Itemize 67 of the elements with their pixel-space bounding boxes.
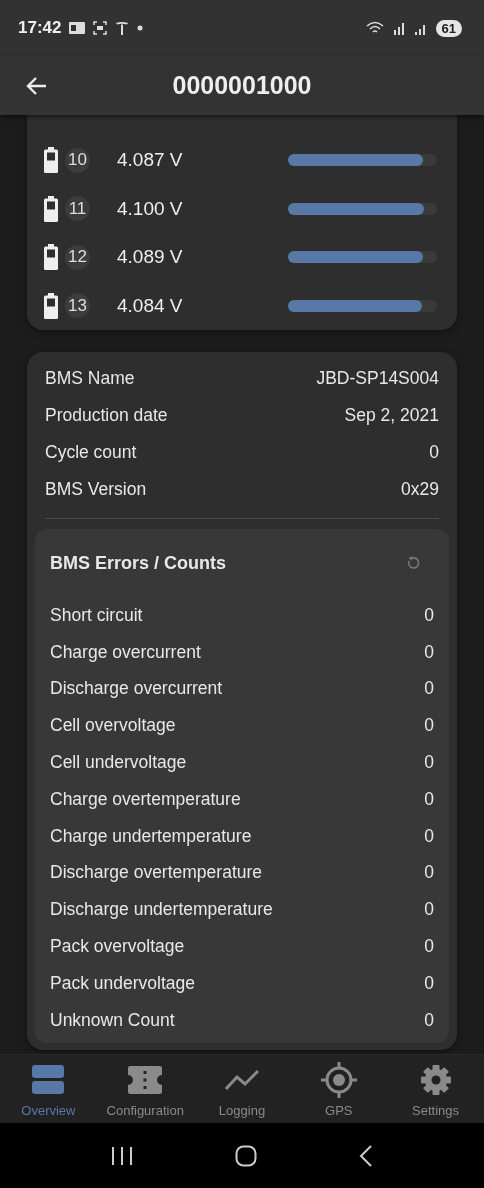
nav-tab[interactable]: GPS	[290, 1055, 388, 1123]
error-label: Short circuit	[50, 604, 143, 626]
error-label: Charge overcurrent	[50, 641, 201, 663]
error-count: 0	[424, 899, 434, 921]
nav-tab[interactable]: Logging	[193, 1055, 291, 1123]
settings-icon	[419, 1064, 452, 1096]
cell-number: 10	[65, 147, 90, 173]
screenshot-icon	[93, 21, 108, 35]
back-arrow-icon	[25, 75, 47, 96]
nav-tab[interactable]: Overview	[0, 1055, 97, 1123]
cell-voltage: 4.089 V	[117, 246, 184, 269]
error-count: 0	[424, 678, 434, 700]
error-count: 0	[424, 1009, 434, 1031]
error-count: 0	[424, 825, 434, 847]
info-value: 0	[429, 442, 439, 463]
battery-icon	[44, 195, 58, 222]
errors-title: BMS Errors / Counts	[50, 552, 227, 574]
nav-tab[interactable]: Settings	[387, 1055, 484, 1123]
battery-icon	[44, 147, 58, 174]
recent-apps-icon[interactable]	[111, 1145, 133, 1166]
battery-level: 61	[435, 19, 462, 37]
error-label: Discharge overtemperature	[50, 862, 263, 884]
cell-voltage: 4.100 V	[117, 197, 184, 220]
error-label: Discharge undertemperature	[50, 899, 273, 921]
error-label: Cell overvoltage	[50, 715, 176, 737]
info-label: BMS Name	[45, 368, 135, 389]
nav-tab[interactable]: Configuration	[96, 1055, 194, 1123]
cell-voltage: 4.084 V	[117, 294, 184, 317]
cell-number: 13	[65, 293, 90, 319]
battery-icon	[44, 292, 58, 319]
error-label: Charge overtemperature	[50, 788, 241, 810]
cell-number: 12	[65, 244, 90, 270]
cell-voltage: 4.087 V	[117, 149, 184, 172]
status-time: 17:42	[18, 18, 62, 38]
home-icon[interactable]	[235, 1144, 257, 1167]
dot-icon	[137, 25, 144, 31]
info-label: BMS Version	[45, 479, 147, 500]
info-value: 0x29	[401, 479, 439, 500]
battery-icon	[44, 244, 58, 271]
line-chart-icon	[225, 1069, 259, 1091]
error-label: Unknown Count	[50, 1009, 175, 1031]
info-value: JBD-SP14S004	[316, 368, 439, 389]
error-count: 0	[424, 936, 434, 958]
stacked-bars-icon	[32, 1065, 65, 1095]
cell-number: 11	[65, 196, 90, 222]
device-title: 0000001000	[172, 71, 312, 100]
signal-icon	[391, 21, 406, 35]
error-count: 0	[424, 604, 434, 626]
info-label: Production date	[45, 405, 168, 426]
error-label: Pack undervoltage	[50, 972, 195, 994]
info-label: Cycle count	[45, 442, 137, 463]
error-count: 0	[424, 752, 434, 774]
error-count: 0	[424, 788, 434, 810]
error-count: 0	[424, 862, 434, 884]
gps-target-icon	[320, 1062, 357, 1098]
error-count: 0	[424, 641, 434, 663]
reset-icon[interactable]	[406, 556, 420, 570]
error-count: 0	[424, 715, 434, 737]
error-label: Pack overvoltage	[50, 936, 185, 958]
error-count: 0	[424, 972, 434, 994]
error-label: Charge undertemperature	[50, 825, 252, 847]
error-label: Discharge overcurrent	[50, 678, 223, 700]
info-value: Sep 2, 2021	[344, 405, 439, 426]
error-label: Cell undervoltage	[50, 752, 187, 774]
wifi-icon	[365, 21, 384, 35]
back-icon[interactable]	[359, 1144, 373, 1167]
ticket-icon	[128, 1066, 163, 1094]
